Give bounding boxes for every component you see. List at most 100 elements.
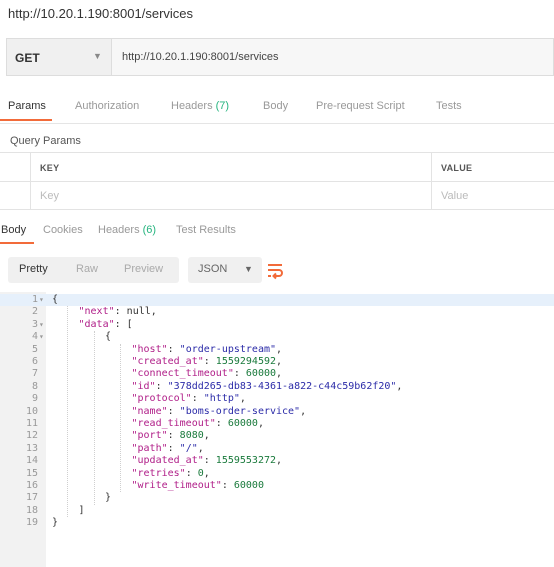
code-token: "/": [179, 442, 198, 454]
headers-count: (7): [215, 100, 230, 112]
line-number: 6: [31, 356, 38, 367]
line-number: 2: [31, 306, 38, 318]
code-line: 11 "read_timeout": 60000,: [0, 418, 554, 430]
code-token: 8080: [179, 430, 204, 442]
code-token: }: [52, 517, 59, 529]
tab-label: Authorization: [75, 100, 140, 112]
tab-cookies[interactable]: Cookies: [43, 224, 83, 236]
tab-authorization[interactable]: Authorization: [75, 100, 139, 112]
code-text: "write_timeout": 60000: [132, 480, 264, 492]
tab-label: Body: [263, 100, 289, 112]
code-text: "data": [: [79, 319, 133, 331]
code-token: "next": [78, 306, 115, 318]
code-line: 12 "port": 8080,: [0, 430, 554, 442]
line-number: 5: [31, 343, 38, 355]
code-token: ,: [203, 430, 210, 442]
tab-label: Tests: [436, 100, 462, 112]
line-number: 10: [25, 405, 38, 417]
tab-response-headers[interactable]: Headers (6): [98, 224, 156, 236]
code-token: :: [203, 455, 216, 467]
pretty-button[interactable]: Pretty: [19, 263, 48, 275]
tab-response-body[interactable]: Body: [1, 224, 26, 236]
code-token: :: [203, 356, 216, 367]
indent-guide: [67, 306, 69, 518]
response-body-editor[interactable]: 1 ▾{2 "next": null, 3 ▾ "data": [4 ▾{5 "host": …: [0, 292, 554, 567]
value-input[interactable]: Value: [432, 182, 554, 210]
key-placeholder: Key: [40, 190, 59, 202]
line-number: 16: [25, 480, 38, 491]
indent-guide: [93, 331, 95, 505]
code-text: "host": "order-upstream",: [132, 344, 283, 356]
preview-button[interactable]: Preview: [124, 263, 163, 275]
code-text: "id": "378dd265-db83-4361-a822-c44c59b62…: [132, 381, 403, 393]
wrap-lines-button[interactable]: [262, 257, 288, 283]
line-number: 7: [31, 368, 38, 380]
code-token: "378dd265-db83-4361-a822-c44c59b62f20": [167, 380, 397, 392]
request-tabs: Params Authorization Headers (7) Body Pr…: [0, 94, 554, 122]
code-token: {: [105, 331, 112, 343]
code-token: 60000: [233, 480, 264, 491]
tab-params[interactable]: Params: [8, 100, 46, 112]
chevron-down-icon: ▼: [244, 264, 253, 274]
code-text: }: [105, 492, 111, 504]
value-column-header: VALUE: [441, 163, 473, 173]
line-number: 13: [25, 442, 38, 454]
code-line: 2 "next": null,: [0, 306, 554, 318]
code-text: "next": null,: [79, 306, 157, 318]
fold-toggle-icon[interactable]: ▾: [39, 319, 44, 331]
code-token: :: [167, 442, 180, 454]
tab-tests[interactable]: Tests: [436, 100, 462, 112]
code-line: 1 ▾ {: [0, 294, 554, 306]
code-token: 60000: [227, 418, 258, 429]
method-select[interactable]: GET ▼: [7, 39, 112, 75]
query-params-title: Query Params: [10, 135, 81, 147]
raw-button[interactable]: Raw: [76, 263, 98, 275]
value-placeholder: Value: [441, 190, 469, 202]
row-checkbox-cell[interactable]: [0, 182, 31, 210]
method-label: GET: [15, 51, 40, 65]
code-token: "port": [131, 430, 168, 442]
tab-pre-request-script[interactable]: Pre-request Script: [316, 100, 405, 112]
code-token: "name": [131, 405, 168, 417]
divider: [0, 123, 554, 124]
code-line: 10 "name": "boms-order-service",: [0, 406, 554, 418]
code-line: 4 ▾ {: [0, 331, 554, 343]
response-headers-count: (6): [142, 224, 157, 236]
code-line: 18]: [0, 505, 554, 517]
code-token: "read_timeout": [131, 418, 216, 429]
code-token: "retries": [131, 467, 186, 479]
code-token: :: [114, 306, 127, 318]
code-token: 1559553272: [215, 455, 277, 467]
fold-toggle-icon[interactable]: ▾: [39, 331, 44, 343]
indent-guide: [120, 343, 122, 493]
code-line: 14 "updated_at": 1559553272,: [0, 455, 554, 467]
code-token: :: [167, 430, 180, 442]
code-text: "connect_timeout": 60000,: [132, 368, 283, 380]
tab-headers[interactable]: Headers (7): [171, 100, 229, 112]
view-mode-group: Pretty Raw Preview: [8, 257, 179, 283]
code-token: ,: [396, 380, 403, 392]
url-input[interactable]: http://10.20.1.190:8001/services: [122, 51, 279, 63]
line-number: 8: [31, 380, 38, 392]
code-line: 8 "id": "378dd265-db83-4361-a822-c44c59b6…: [0, 381, 554, 393]
tab-test-results[interactable]: Test Results: [176, 224, 236, 236]
line-number: 1: [31, 294, 38, 305]
code-token: :: [167, 343, 180, 355]
code-text: "created_at": 1559294592,: [132, 356, 283, 368]
key-input[interactable]: Key: [31, 182, 432, 210]
line-number: 17: [25, 492, 38, 504]
code-token: ]: [78, 504, 85, 516]
tab-body[interactable]: Body: [263, 100, 288, 112]
code-token: "id": [131, 380, 156, 392]
tab-label: Pre-request Script: [316, 100, 405, 112]
code-token: "data": [78, 318, 115, 330]
format-select[interactable]: JSON ▼: [188, 257, 262, 283]
code-token: "created_at": [131, 356, 204, 367]
line-number: 4: [31, 331, 38, 343]
code-token: ,: [257, 418, 264, 429]
code-token: ,: [203, 467, 210, 479]
code-token: null: [126, 306, 151, 318]
fold-toggle-icon[interactable]: ▾: [39, 294, 44, 306]
line-number: 3: [31, 318, 38, 330]
code-token: "order-upstream": [179, 343, 276, 355]
